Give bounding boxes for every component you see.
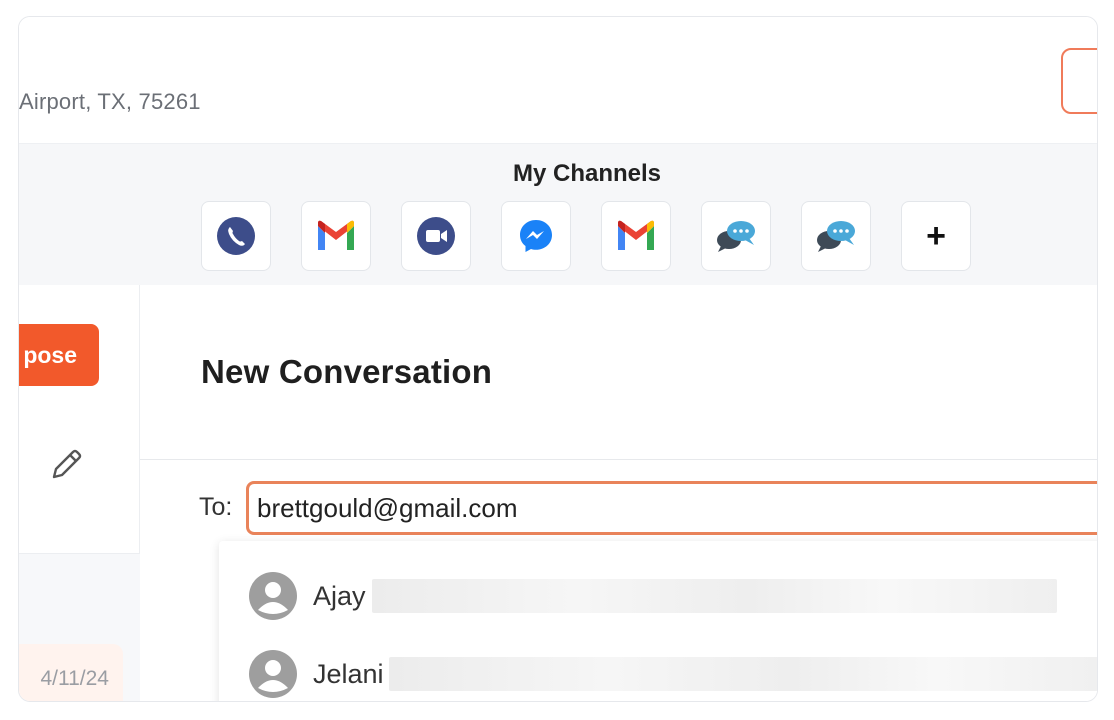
to-label: To: <box>199 493 233 521</box>
gmail-icon <box>318 220 354 250</box>
suggestion-name: Jelani <box>313 658 384 689</box>
header-bar: Airport, TX, 75261 <box>19 17 1097 144</box>
channel-row: + <box>201 201 971 271</box>
chat-bubbles-icon <box>717 221 755 252</box>
channels-title: My Channels <box>512 160 662 187</box>
suggestion-item[interactable]: Jelani <box>219 639 1097 701</box>
suggestion-name: Ajay <box>313 580 366 611</box>
suggestion-item[interactable]: Ajay <box>219 561 1097 631</box>
avatar-icon <box>249 572 297 620</box>
channel-gmail-button-2[interactable] <box>601 201 671 271</box>
header-action-button[interactable] <box>1061 48 1097 114</box>
redacted-text <box>389 657 1097 691</box>
add-icon: + <box>926 217 946 255</box>
address-text: Airport, TX, 75261 <box>19 89 201 114</box>
channel-chat-button[interactable] <box>701 201 771 271</box>
channel-phone-button[interactable] <box>201 201 271 271</box>
recipient-input[interactable] <box>246 481 1097 535</box>
avatar-icon <box>249 650 297 698</box>
channel-messenger-button[interactable] <box>501 201 571 271</box>
conversation-date[interactable]: 4/11/24 <box>19 644 123 701</box>
recipient-suggestions: Ajay Jelani <box>219 541 1097 701</box>
channel-chat-button-2[interactable] <box>801 201 871 271</box>
conversation-list: 4/11/24 <box>19 553 140 701</box>
video-call-icon <box>417 217 455 255</box>
page-title: New Conversation <box>201 353 493 390</box>
conversation-list-pane: pose 4/11/24 <box>19 285 140 701</box>
messenger-icon <box>520 220 552 252</box>
phone-icon <box>217 217 255 255</box>
add-channel-button[interactable]: + <box>901 201 971 271</box>
divider <box>140 459 1097 460</box>
app-frame: Airport, TX, 75261 My Channels + pose 4/… <box>18 16 1098 702</box>
compose-button[interactable]: pose <box>19 324 99 386</box>
pencil-icon[interactable] <box>48 447 84 483</box>
gmail-icon <box>618 220 654 250</box>
channel-video-button[interactable] <box>401 201 471 271</box>
compose-pane: New Conversation To: Ajay Jelani <box>140 285 1097 701</box>
channels-panel: My Channels + <box>19 144 1097 285</box>
redacted-text <box>372 579 1057 613</box>
chat-bubbles-icon <box>817 221 855 252</box>
channel-gmail-button[interactable] <box>301 201 371 271</box>
